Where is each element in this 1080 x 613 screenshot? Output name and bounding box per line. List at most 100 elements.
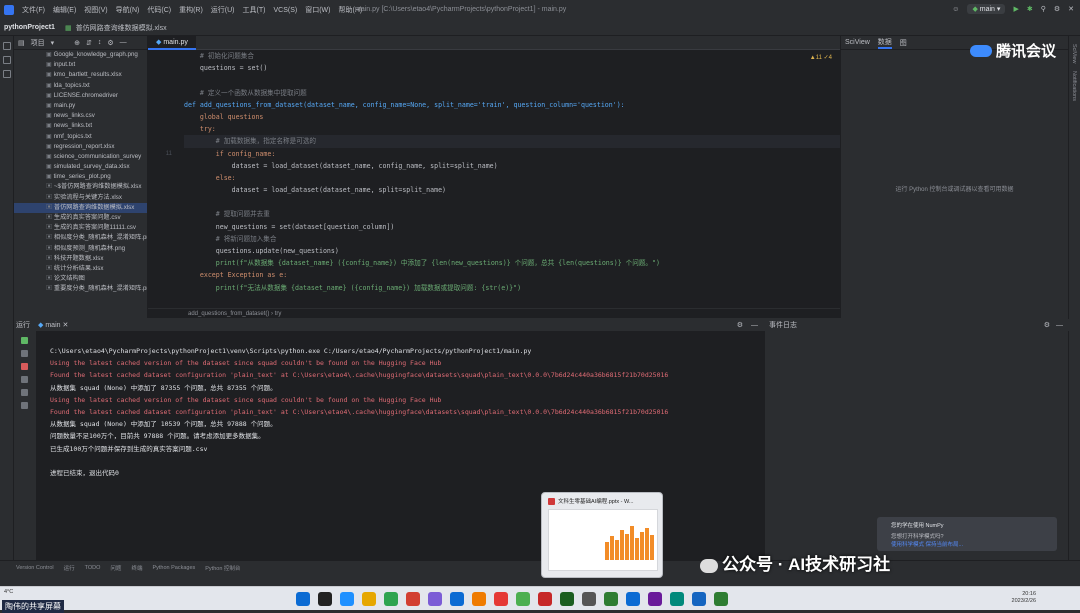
- chevron-down-icon[interactable]: ▾: [51, 39, 55, 47]
- code-area[interactable]: # 初始化问题集合 questions = set() # 定义一个函数从数据集…: [184, 50, 840, 308]
- menu-refactor[interactable]: 重构(R): [179, 5, 203, 15]
- tab-plots[interactable]: 图: [900, 38, 907, 48]
- file-tree-item[interactable]: ▣ nmf_topics.txt: [14, 132, 147, 142]
- file-tree-item[interactable]: ▣ 论文结构图: [14, 274, 147, 284]
- code-line[interactable]: print(f"无法从数据集 {dataset_name} ({config_n…: [184, 282, 840, 294]
- file-tree-item[interactable]: ▣ main.py: [14, 101, 147, 111]
- status-version-control[interactable]: Version Control: [16, 565, 54, 571]
- menu-vcs[interactable]: VCS(S): [273, 7, 297, 14]
- code-line[interactable]: [184, 196, 840, 208]
- code-line[interactable]: dataset = load_dataset(dataset_name, spl…: [184, 184, 840, 196]
- menu-code[interactable]: 代码(C): [147, 5, 171, 15]
- file-tree-item[interactable]: ▣ 重要度分类_随机森林_混淆矩阵.pr: [14, 284, 147, 294]
- code-line[interactable]: # 定义一个函数从数据集中提取问题: [184, 87, 840, 99]
- menu-window[interactable]: 窗口(W): [305, 5, 330, 15]
- taskbar-app-icon[interactable]: [692, 592, 706, 606]
- file-tree-item[interactable]: ▣ 生成的真实答案问题.csv: [14, 213, 147, 223]
- status-python-console[interactable]: Python 控制台: [205, 564, 240, 572]
- menu-run[interactable]: 运行(U): [211, 5, 235, 15]
- locate-icon[interactable]: ⊕: [74, 39, 80, 47]
- code-line[interactable]: questions.update(new_questions): [184, 245, 840, 257]
- file-tree-item[interactable]: ▣ 普仿网路查询维数据模拟.xlsx: [14, 202, 147, 213]
- sciview-strip-button[interactable]: SciView: [1071, 44, 1077, 63]
- menu-navigate[interactable]: 导航(N): [116, 5, 140, 15]
- taskbar-app-icon[interactable]: [428, 592, 442, 606]
- minimize-icon[interactable]: —: [751, 322, 758, 329]
- debug-icon[interactable]: ✱: [1027, 5, 1033, 13]
- gear-icon[interactable]: ⚙: [737, 321, 743, 329]
- wrench-icon[interactable]: [21, 350, 28, 357]
- commit-tool-icon[interactable]: [3, 56, 11, 64]
- taskbar-app-icon[interactable]: [648, 592, 662, 606]
- file-tree-item[interactable]: ▣ input.txt: [14, 60, 147, 70]
- open-file-name[interactable]: 普仿网路查询维数据模拟.xlsx: [76, 23, 167, 33]
- taskbar-app-icon[interactable]: [604, 592, 618, 606]
- file-tree-item[interactable]: ▣ time_series_plot.png: [14, 172, 147, 182]
- tab-data[interactable]: 数据: [877, 37, 892, 49]
- file-tree-item[interactable]: ▣ 相似度预测_随机森林.png: [14, 244, 147, 254]
- taskbar-app-icon[interactable]: [516, 592, 530, 606]
- run-tab[interactable]: ◆ main ✕: [38, 321, 68, 329]
- taskbar-app-icon[interactable]: [318, 592, 332, 606]
- project-panel-title[interactable]: 项目: [31, 38, 45, 48]
- code-line[interactable]: global questions: [184, 111, 840, 123]
- search-icon[interactable]: ⚲: [1041, 5, 1046, 13]
- code-line[interactable]: # 初始化问题集合: [184, 50, 840, 62]
- taskbar-app-icon[interactable]: [582, 592, 596, 606]
- gear-icon[interactable]: ⚙: [1044, 321, 1050, 329]
- menu-file[interactable]: 文件(F): [22, 5, 45, 15]
- tab-sciview[interactable]: SciView: [845, 39, 870, 46]
- tab-main-py[interactable]: ◆ main.py: [148, 35, 196, 50]
- taskbar-app-icon[interactable]: [340, 592, 354, 606]
- menu-tools[interactable]: 工具(T): [243, 5, 266, 15]
- file-tree-item[interactable]: ▣ news_links.csv: [14, 111, 147, 121]
- gear-icon[interactable]: ⚙: [1054, 5, 1060, 13]
- notifications-strip-button[interactable]: Notifications: [1071, 71, 1077, 101]
- user-icon[interactable]: ☺: [952, 6, 959, 13]
- rerun-icon[interactable]: [21, 337, 28, 344]
- file-tree-item[interactable]: ▣ 生成的真实答案问题11111.csv: [14, 223, 147, 233]
- close-icon[interactable]: ✕: [1068, 5, 1074, 13]
- project-name[interactable]: pythonProject1: [4, 24, 55, 31]
- menu-edit[interactable]: 编辑(E): [53, 5, 76, 15]
- inspection-hints[interactable]: ▲11 ✓4: [810, 54, 832, 61]
- expand-icon[interactable]: ↕: [98, 39, 102, 46]
- code-line[interactable]: # 将新问题加入集合: [184, 233, 840, 245]
- code-line[interactable]: # 加载数据集，指定名称是可选的: [184, 135, 840, 148]
- scroll-icon[interactable]: [21, 376, 28, 383]
- status-python-packages[interactable]: Python Packages: [152, 565, 195, 571]
- file-tree-item[interactable]: ▣ 相似度分类_随机森林_混淆矩阵.pr: [14, 233, 147, 243]
- code-line[interactable]: questions = set(): [184, 62, 840, 74]
- system-clock[interactable]: 20:16 2023/2/26: [1012, 591, 1036, 605]
- taskbar-app-icon[interactable]: [406, 592, 420, 606]
- file-tree-item[interactable]: ▣ science_communication_survey: [14, 152, 147, 162]
- taskbar-app-icon[interactable]: [538, 592, 552, 606]
- code-line[interactable]: # 提取问题并去重: [184, 208, 840, 220]
- code-breadcrumb[interactable]: add_questions_from_dataset() › try: [148, 308, 840, 318]
- file-tree-item[interactable]: ▣ simulated_survey_data.xlsx: [14, 162, 147, 172]
- run-config-select[interactable]: ◆ main ▾: [967, 4, 1006, 14]
- menu-view[interactable]: 视图(V): [84, 5, 107, 15]
- taskbar-app-icon[interactable]: [494, 592, 508, 606]
- status-problems[interactable]: 问题: [110, 564, 121, 572]
- file-tree-item[interactable]: ▣ 实验流程与关键方法.xlsx: [14, 193, 147, 203]
- code-line[interactable]: if config_name:: [184, 148, 840, 160]
- file-tree-item[interactable]: ▣ Google_knowledge_graph.png: [14, 50, 147, 60]
- taskbar-app-icon[interactable]: [626, 592, 640, 606]
- code-line[interactable]: def add_questions_from_dataset(dataset_n…: [184, 99, 840, 111]
- minimize-icon[interactable]: —: [1056, 322, 1063, 329]
- taskbar-app-icon[interactable]: [472, 592, 486, 606]
- code-line[interactable]: dataset = load_dataset(dataset_name, con…: [184, 160, 840, 172]
- stop-icon[interactable]: [21, 363, 28, 370]
- file-tree-item[interactable]: ▣ regression_report.xlsx: [14, 142, 147, 152]
- code-line[interactable]: [184, 74, 840, 86]
- weather-widget[interactable]: 4°C: [4, 589, 13, 595]
- gear-icon[interactable]: ⚙: [107, 39, 113, 47]
- code-line[interactable]: print(f"从数据集 {dataset_name} ({config_nam…: [184, 257, 840, 269]
- status-todo[interactable]: TODO: [85, 565, 101, 571]
- print-icon[interactable]: [21, 389, 28, 396]
- collapse-icon[interactable]: ⇵: [86, 39, 92, 47]
- file-tree-item[interactable]: ▣ 科技开题数据.xlsx: [14, 254, 147, 264]
- status-terminal[interactable]: 终端: [131, 564, 142, 572]
- code-line[interactable]: else:: [184, 172, 840, 184]
